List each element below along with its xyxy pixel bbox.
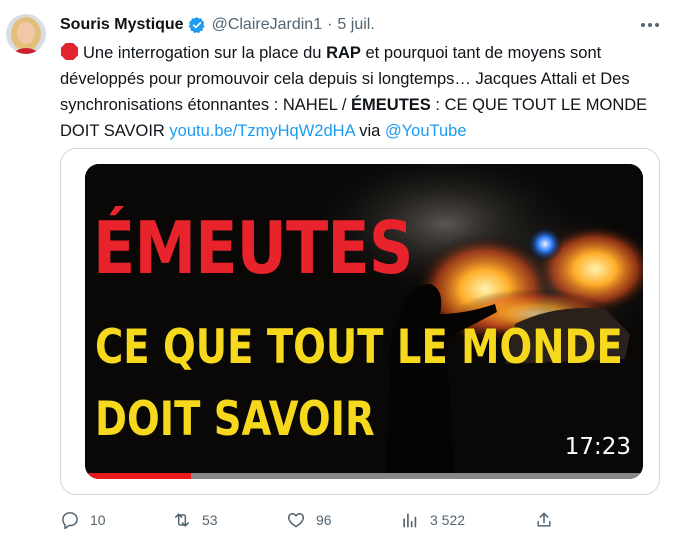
share-icon [537,512,551,527]
like-button[interactable]: 96 [286,508,332,532]
stop-sign-icon [60,42,79,61]
like-count: 96 [316,512,332,528]
retweet-icon [175,513,189,527]
views-icon [403,513,417,528]
tweet-text-part: Une interrogation sur la place du [83,44,327,62]
retweet-count: 53 [202,512,218,528]
views-count: 3 522 [430,512,466,528]
youtube-mention[interactable]: @YouTube [385,122,467,140]
author-name[interactable]: Souris Mystique [60,16,184,34]
reply-icon [62,512,78,530]
author-handle[interactable]: @ClaireJardin1 [212,16,323,34]
video-thumbnail[interactable]: ÉMEUTES CE QUE TOUT LE MONDE DOIT SAVOIR… [85,164,643,479]
thumbnail-title-line3: DOIT SAVOIR [95,392,375,447]
video-card[interactable]: ÉMEUTES CE QUE TOUT LE MONDE DOIT SAVOIR… [60,148,660,495]
tweet-date[interactable]: 5 juil. [337,16,374,34]
thumbnail-title-line1: ÉMEUTES [93,206,413,290]
header-separator: · [327,16,333,33]
verified-badge-icon [188,16,206,34]
tweet-text-bold-emeutes: ÉMEUTES [351,96,431,114]
retweet-button[interactable]: 53 [172,508,218,532]
action-bar: 10 53 96 3 522 [60,508,590,532]
reply-count: 10 [90,512,106,528]
tweet-header: Souris Mystique @ClaireJardin1 · 5 juil. [60,14,664,36]
more-icon[interactable] [638,16,662,34]
tweet-text-part: via [354,122,385,140]
video-progress-fill [85,473,192,479]
like-icon [287,513,305,528]
video-progress-track [85,473,643,479]
reply-button[interactable]: 10 [60,508,106,532]
tweet-text: Une interrogation sur la place du RAP et… [60,40,666,144]
avatar[interactable] [6,14,46,54]
share-button[interactable] [534,508,564,532]
video-duration: 17:23 [564,434,631,460]
views-button[interactable]: 3 522 [400,508,465,532]
tweet-text-bold-rap: RAP [326,44,361,62]
thumbnail-title-line2: CE QUE TOUT LE MONDE [95,320,623,375]
tweet-link[interactable]: youtu.be/TzmyHqW2dHA [169,122,354,140]
